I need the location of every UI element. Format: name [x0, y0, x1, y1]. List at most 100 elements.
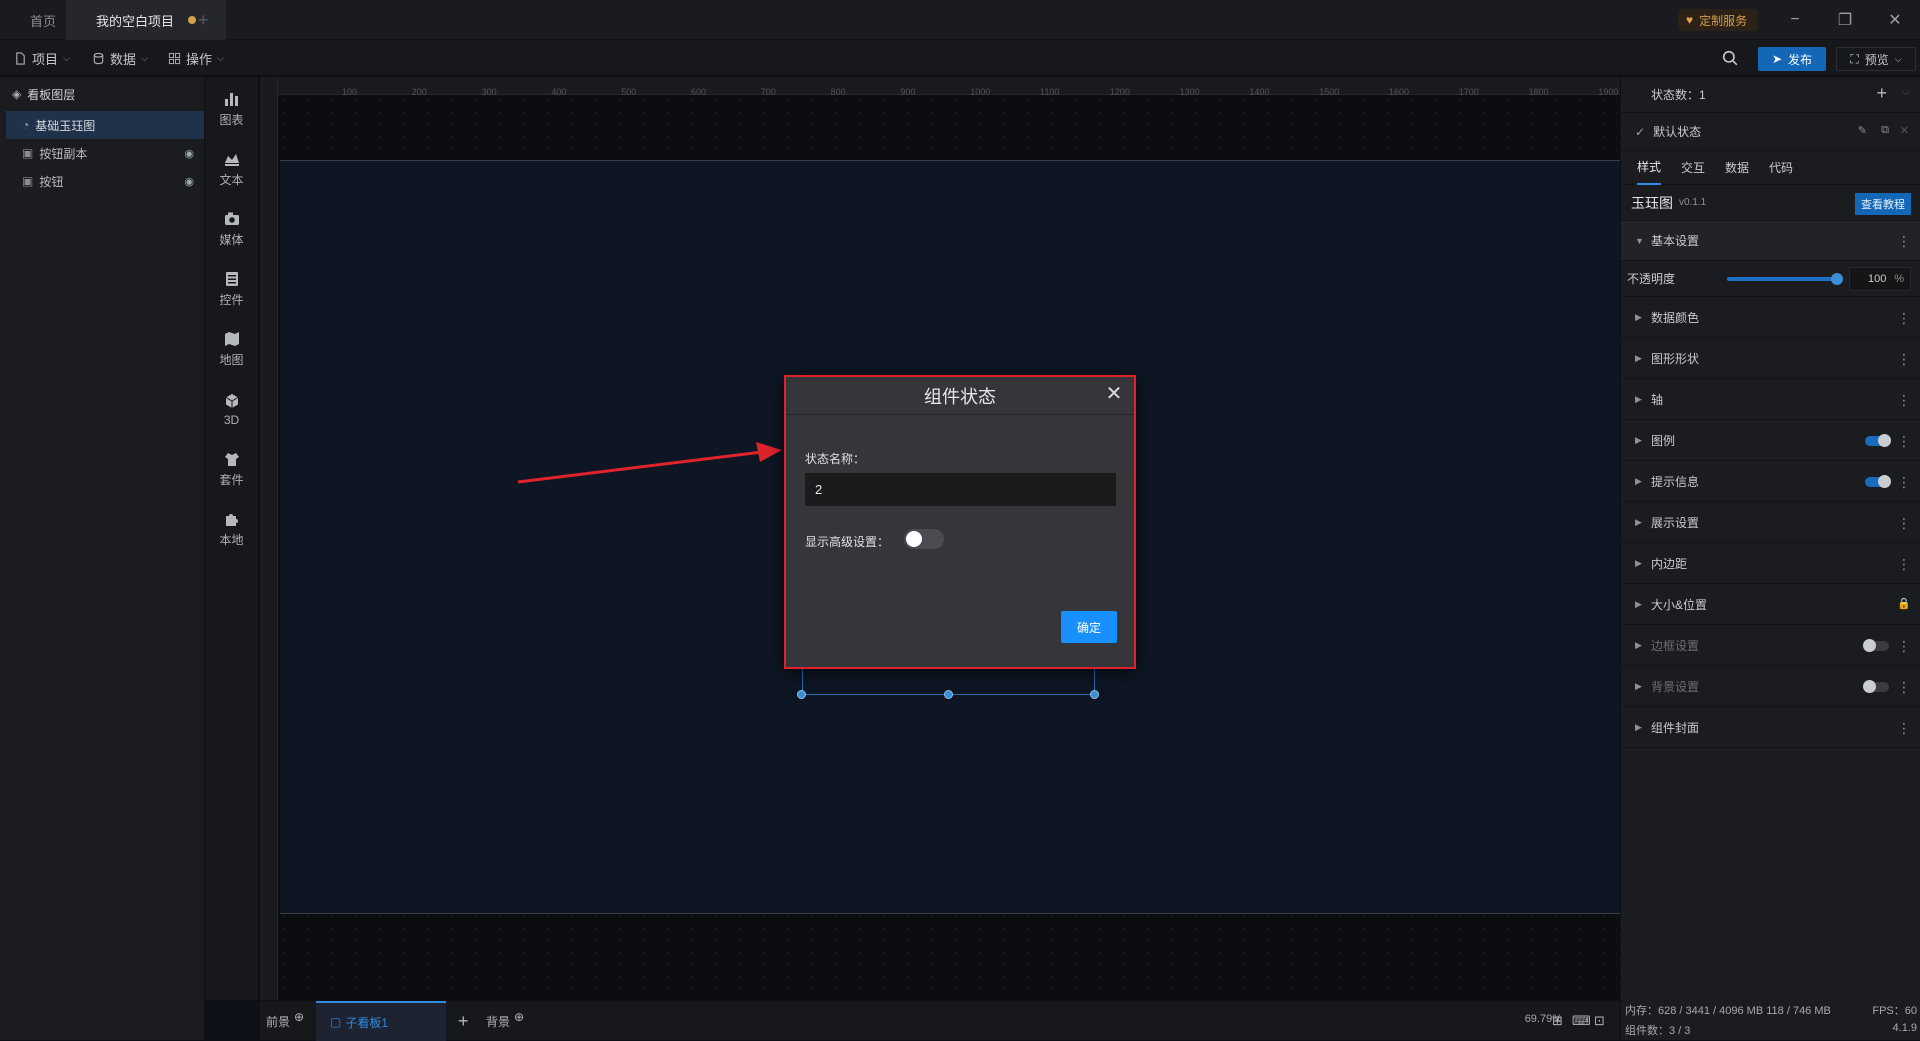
dialog-close-button[interactable]: ✕ [1104, 383, 1124, 405]
lock-icon[interactable]: 🔒 [1897, 597, 1911, 610]
resize-handle-bottom-left[interactable] [797, 690, 806, 699]
keyboard-icon: ⌨ [1572, 1013, 1591, 1028]
app-version: 4.1.9 [1892, 1022, 1917, 1034]
layer-foreground[interactable]: 前景 ⊕ [266, 1001, 304, 1041]
more-icon[interactable]: ⋮ [1897, 515, 1911, 532]
layer-item-jade-chart[interactable]: ◔ 基础玉珏图 [6, 111, 204, 139]
tab-interaction[interactable]: 交互 [1681, 159, 1705, 176]
tab-label: 首页 [30, 13, 57, 29]
new-tab-button[interactable]: + [182, 0, 225, 40]
section-toggle[interactable] [1865, 475, 1891, 488]
edit-icon[interactable]: ✎ [1858, 124, 1867, 137]
opacity-slider[interactable] [1727, 273, 1843, 285]
tool-widget[interactable]: 控件 [205, 259, 258, 319]
hidden-eye-icon[interactable]: ◉ [184, 175, 194, 188]
more-icon[interactable]: ⋮ [1897, 720, 1911, 737]
add-circle-icon[interactable]: ⊕ [514, 1010, 524, 1024]
menu-data-label: 数据 [110, 51, 137, 67]
section-row[interactable]: ▶ 轴 ⋮ [1621, 380, 1920, 420]
tab-code[interactable]: 代码 [1769, 159, 1793, 176]
caret-right-icon: ▶ [1635, 435, 1642, 445]
delete-icon[interactable]: ✕ [1900, 124, 1909, 137]
section-basic-settings[interactable]: ▼ 基本设置 ⋮ [1621, 221, 1920, 261]
opacity-row: 不透明度 100 % [1621, 261, 1920, 297]
caret-down-icon: ▼ [1635, 235, 1644, 246]
more-icon[interactable]: ⋮ [1897, 433, 1911, 450]
layer-panel-title: 看板图层 [27, 87, 76, 102]
text-icon [224, 154, 239, 166]
component-count: 组件数：3 / 3 [1625, 1025, 1691, 1037]
opacity-slider-handle[interactable] [1831, 273, 1843, 285]
fit-screen-button[interactable]: ⊞ [1552, 1001, 1563, 1041]
minimize-icon: − [1790, 11, 1800, 28]
copy-icon[interactable]: ⧉ [1881, 124, 1889, 137]
publish-button[interactable]: ➤ 发布 [1758, 47, 1826, 71]
layer-item-button-copy[interactable]: ▣ 按钮副本 ◉ [0, 139, 204, 167]
confirm-button[interactable]: 确定 [1061, 611, 1117, 643]
tool-kit[interactable]: 套件 [205, 439, 258, 499]
search-button[interactable] [1722, 40, 1738, 76]
more-icon[interactable]: ⋮ [1897, 679, 1911, 696]
chevron-down-icon[interactable]: ⌵ [1902, 87, 1909, 98]
close-window-button[interactable]: ✕ [1870, 0, 1920, 40]
section-row[interactable]: ▶ 图形形状 ⋮ [1621, 339, 1920, 379]
layer-item-button[interactable]: ▣ 按钮 ◉ [0, 167, 204, 195]
section-row[interactable]: ▶ 大小&位置 🔒 [1621, 585, 1920, 625]
section-row[interactable]: ▶ 图例 ⋮ [1621, 421, 1920, 461]
opacity-input[interactable]: 100 % [1849, 267, 1911, 291]
layer-background[interactable]: 背景 ⊕ [486, 1001, 524, 1041]
preview-button[interactable]: ⛶ 预览 ⌵ [1836, 47, 1916, 71]
tab-style[interactable]: 样式 [1637, 150, 1662, 185]
minimize-button[interactable]: − [1770, 0, 1820, 40]
menu-operation[interactable]: 操作 ⌵ [168, 40, 224, 76]
more-icon[interactable]: ⋮ [1897, 392, 1911, 409]
restore-button[interactable]: ❐ [1820, 0, 1870, 40]
tool-text[interactable]: 文本 [205, 139, 258, 199]
hidden-eye-icon[interactable]: ◉ [184, 147, 194, 160]
state-name-input[interactable] [805, 473, 1116, 506]
section-toggle[interactable] [1863, 639, 1889, 652]
tool-local[interactable]: 本地 [205, 499, 258, 559]
resize-handle-bottom[interactable] [944, 690, 953, 699]
add-board-button[interactable]: + [458, 1001, 469, 1041]
section-row[interactable]: ▶ 边框设置 ⋮ [1621, 626, 1920, 666]
memory-usage: 内存：628 / 3441 / 4096 MB 118 / 746 MB [1625, 1005, 1831, 1017]
more-icon[interactable]: ⋮ [1897, 556, 1911, 573]
close-icon: ✕ [1105, 383, 1123, 405]
default-state-row[interactable]: ✓ 默认状态 ✎ ⧉ ✕ [1621, 113, 1920, 151]
component-info-row: 玉珏图 v0.1.1 查看教程 [1621, 185, 1920, 221]
section-toggle[interactable] [1863, 680, 1889, 693]
section-row[interactable]: ▶ 组件封面 ⋮ [1621, 708, 1920, 748]
more-icon[interactable]: ⋮ [1897, 638, 1911, 655]
terminal-icon: ⊡ [1594, 1013, 1605, 1028]
tutorial-button[interactable]: 查看教程 [1855, 193, 1911, 215]
tool-3d[interactable]: 3D [205, 379, 258, 439]
tool-label: 图表 [219, 113, 244, 127]
section-row[interactable]: ▶ 背景设置 ⋮ [1621, 667, 1920, 707]
keyboard-button[interactable]: ⌨ [1572, 1001, 1591, 1041]
more-icon[interactable]: ⋮ [1897, 474, 1911, 491]
more-icon[interactable]: ⋮ [1897, 310, 1911, 327]
console-button[interactable]: ⊡ [1594, 1001, 1605, 1041]
menu-data[interactable]: 数据 ⌵ [92, 40, 148, 76]
tool-map[interactable]: 地图 [205, 319, 258, 379]
section-row[interactable]: ▶ 提示信息 ⋮ [1621, 462, 1920, 502]
add-circle-icon[interactable]: ⊕ [294, 1010, 304, 1024]
custom-service-button[interactable]: ♥ 定制服务 [1678, 9, 1758, 31]
section-row[interactable]: ▶ 展示设置 ⋮ [1621, 503, 1920, 543]
section-row[interactable]: ▶ 数据颜色 ⋮ [1621, 298, 1920, 338]
advanced-settings-toggle[interactable] [904, 529, 944, 549]
more-icon[interactable]: ⋮ [1897, 233, 1911, 250]
tab-data[interactable]: 数据 [1725, 159, 1749, 176]
tool-media[interactable]: 媒体 [205, 199, 258, 259]
tab-sub-board[interactable]: ▢ 子看板1 [316, 1001, 446, 1041]
tool-label: 控件 [219, 293, 244, 307]
more-icon[interactable]: ⋮ [1897, 351, 1911, 368]
resize-handle-bottom-right[interactable] [1090, 690, 1099, 699]
section-row[interactable]: ▶ 内边距 ⋮ [1621, 544, 1920, 584]
add-state-icon[interactable]: + [1876, 83, 1887, 104]
section-toggle[interactable] [1865, 434, 1891, 447]
plus-icon: + [458, 1010, 469, 1031]
tool-chart[interactable]: 图表 [205, 79, 258, 139]
menu-project[interactable]: 项目 ⌵ [14, 40, 70, 76]
